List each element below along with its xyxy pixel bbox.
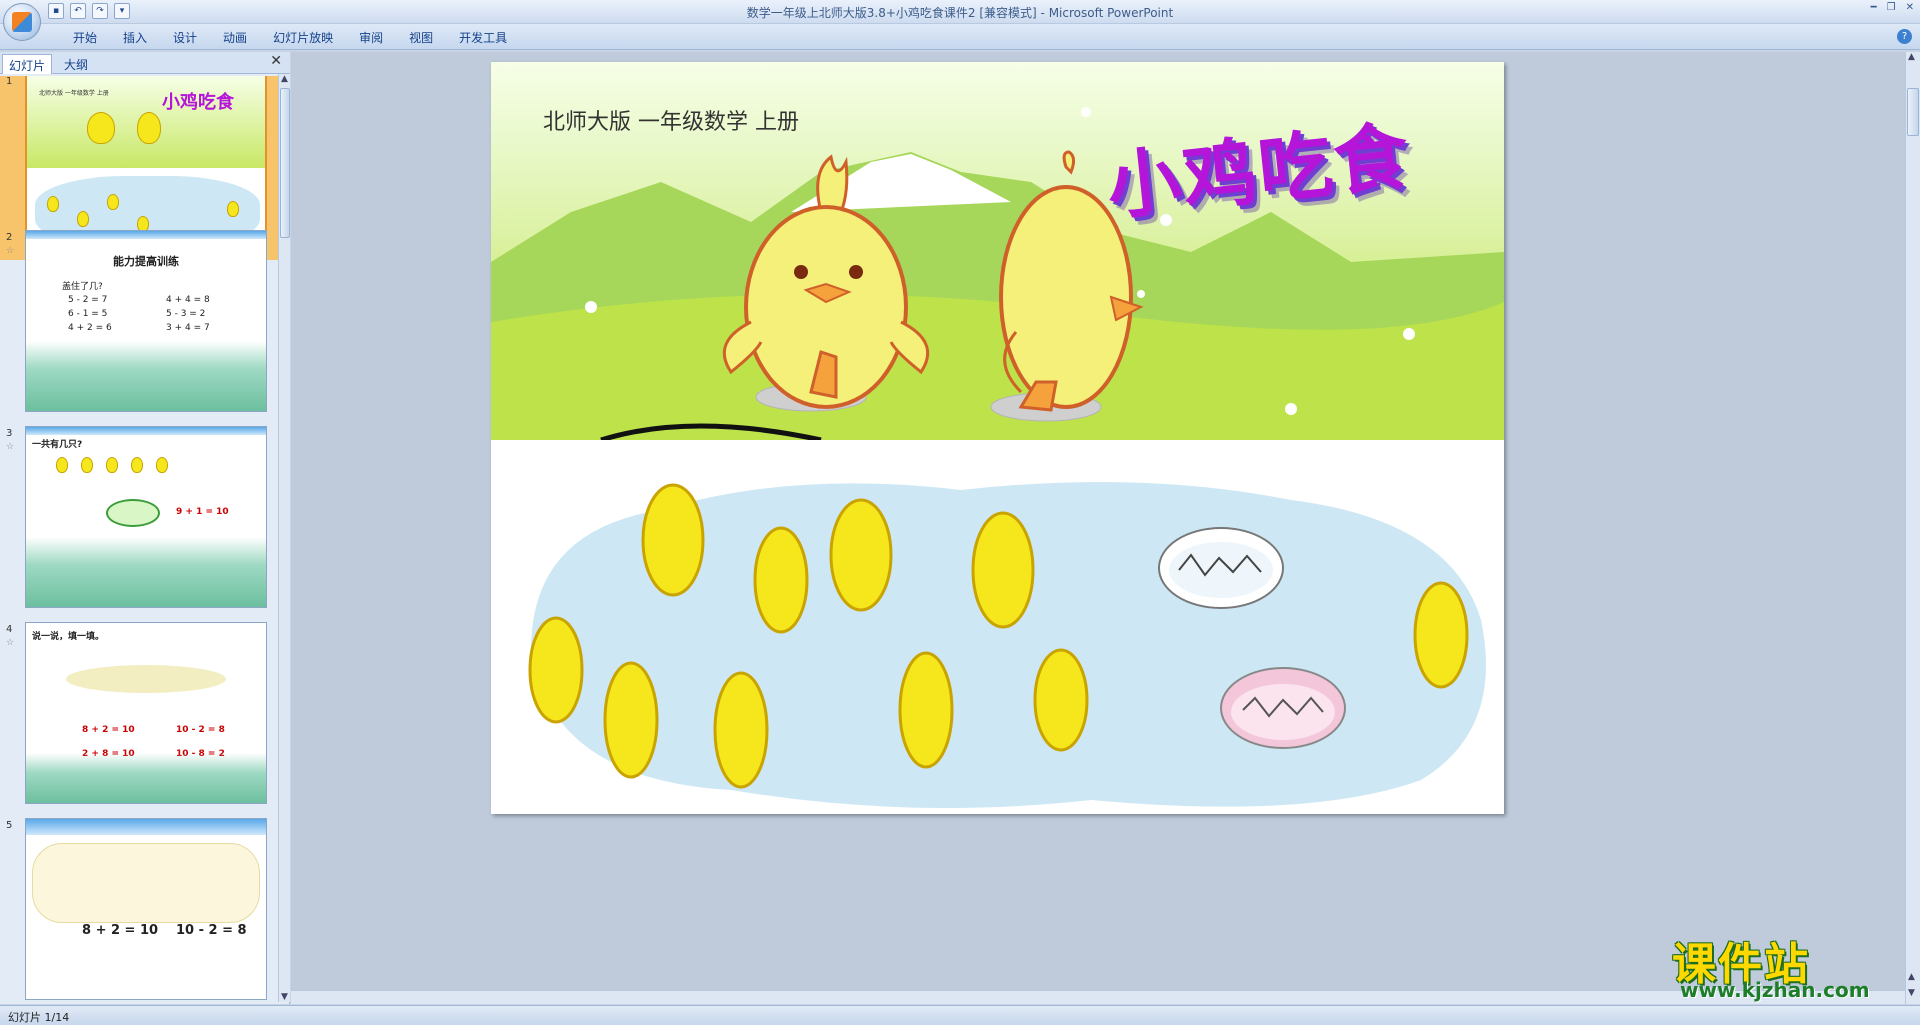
chick-icon — [137, 112, 161, 144]
thumb-eq: 10 - 2 = 8 — [176, 923, 247, 938]
chicks-pond-illustration — [528, 482, 1486, 808]
thumb-plate — [66, 665, 226, 693]
chick-icon — [87, 112, 115, 144]
thumbnail-number: 5 — [6, 820, 13, 831]
thumb-eq: 10 - 2 = 8 — [176, 725, 225, 735]
thumb-panel — [32, 843, 260, 923]
slide-bottom-scene — [491, 440, 1504, 814]
scroll-thumb[interactable] — [1907, 88, 1919, 136]
transition-icon: ☆ — [6, 638, 15, 648]
watermark-logo: 课件站 www.kjzhan.com — [1672, 928, 1908, 1004]
close-icon[interactable]: ✕ — [1906, 2, 1914, 13]
tab-slides[interactable]: 幻灯片 — [2, 54, 53, 74]
panel-tabs: 幻灯片 大纲 ✕ — [0, 52, 290, 74]
thumbnail-slide-3[interactable]: 一共有几只? 9 + 1 = 10 — [25, 426, 267, 608]
thumbnail-row[interactable]: 2 ☆ 能力提高训练 盖住了几? 5 - 2 = 7 4 + 4 = 8 6 -… — [0, 226, 280, 416]
tab-developer[interactable]: 开发工具 — [446, 29, 520, 46]
tab-animation[interactable]: 动画 — [210, 29, 260, 46]
thumb-oval — [106, 499, 160, 527]
thumbnail-row[interactable]: 4 ☆ 说一说，填一填。 8 + 2 = 10 10 - 2 = 8 2 + 8… — [0, 618, 280, 808]
status-bar: 幻灯片 1/14 — [0, 1005, 1920, 1025]
thumb-title: 小鸡吃食 — [162, 92, 234, 113]
tab-home[interactable]: 开始 — [60, 29, 110, 46]
previous-slide-icon[interactable]: ▲ — [1908, 972, 1915, 982]
thumbnail-slide-4[interactable]: 说一说，填一填。 8 + 2 = 10 10 - 2 = 8 2 + 8 = 1… — [25, 622, 267, 804]
chick-icon — [156, 457, 168, 473]
next-slide-icon[interactable]: ▼ — [1908, 988, 1915, 998]
thumb-title: 能力提高训练 — [113, 255, 179, 268]
chick-icon — [107, 194, 119, 210]
slides-panel: 幻灯片 大纲 ✕ 1 北师大版 一年级数学 上册 小鸡吃食 2 ☆ 能力提高训练… — [0, 52, 290, 1004]
thumbnail-number: 1 — [6, 76, 13, 87]
chick-icon — [47, 196, 59, 212]
thumb-title: 一共有几只? — [32, 440, 83, 450]
thumb-eq: 4 + 4 = 8 — [166, 295, 210, 305]
transition-icon: ☆ — [6, 246, 15, 256]
ribbon: 开始 插入 设计 动画 幻灯片放映 审阅 视图 开发工具 ? — [0, 24, 1920, 50]
thumbnail-row[interactable]: 3 ☆ 一共有几只? 9 + 1 = 10 — [0, 422, 280, 612]
help-icon[interactable]: ? — [1897, 29, 1912, 44]
close-panel-icon[interactable]: ✕ — [270, 53, 282, 69]
title-bar: ▪ ↶ ↷ ▾ 数学一年级上北师大版3.8+小鸡吃食课件2 [兼容模式] - M… — [0, 0, 1920, 41]
thumbnail-slide-5[interactable]: 8 + 2 = 10 10 - 2 = 8 — [25, 818, 267, 1000]
chick-icon — [81, 457, 93, 473]
slide-subtitle: 北师大版 一年级数学 上册 — [543, 110, 799, 135]
office-button[interactable] — [3, 3, 41, 41]
thumb-eq: 6 - 1 = 5 — [68, 309, 108, 319]
thumb-eq: 9 + 1 = 10 — [176, 507, 229, 517]
thumb-title: 说一说，填一填。 — [32, 632, 105, 642]
thumb-hills — [26, 341, 266, 411]
thumb-sky — [26, 819, 266, 835]
thumbnail-list: 1 北师大版 一年级数学 上册 小鸡吃食 2 ☆ 能力提高训练 盖住了几? 5 … — [0, 76, 280, 1002]
thumb-subtitle: 北师大版 一年级数学 上册 — [39, 90, 109, 97]
chick-icon — [106, 457, 118, 473]
thumbnail-scrollbar[interactable]: ▲ ▼ — [278, 74, 290, 1002]
thumb-sky — [26, 231, 266, 239]
minimize-icon[interactable]: ━ — [1871, 2, 1877, 13]
scroll-thumb[interactable] — [280, 88, 290, 238]
thumb-eq: 4 + 2 = 6 — [68, 323, 112, 333]
thumb-sky — [26, 427, 266, 435]
slide-counter: 幻灯片 1/14 — [8, 1011, 70, 1024]
thumb-eq: 5 - 3 = 2 — [166, 309, 206, 319]
slide-scrollbar[interactable]: ▲ ▲ ▼ — [1905, 52, 1920, 1004]
thumbnail-number: 4 — [6, 624, 13, 635]
tab-outline[interactable]: 大纲 — [58, 54, 94, 74]
thumb-hills — [26, 537, 266, 607]
window-title: 数学一年级上北师大版3.8+小鸡吃食课件2 [兼容模式] - Microsoft… — [746, 6, 1174, 20]
office-logo-icon — [12, 12, 32, 32]
restore-icon[interactable]: ❐ — [1887, 2, 1896, 13]
slide-canvas: 北师大版 一年级数学 上册 小鸡吃食 — [291, 52, 1905, 1004]
thumb-hills — [26, 753, 266, 803]
chick-icon — [77, 211, 89, 227]
thumb-eq: 5 - 2 = 7 — [68, 295, 108, 305]
tab-review[interactable]: 审阅 — [346, 29, 396, 46]
thumb-eq: 8 + 2 = 10 — [82, 725, 135, 735]
window-controls: ━ ❐ ✕ — [1871, 2, 1914, 13]
tab-insert[interactable]: 插入 — [110, 29, 160, 46]
chick-icon — [56, 457, 68, 473]
chick-icon — [131, 457, 143, 473]
tab-view[interactable]: 视图 — [396, 29, 446, 46]
horizontal-scrollbar[interactable] — [291, 990, 1905, 1004]
thumb-line: 盖住了几? — [62, 282, 103, 292]
tab-slideshow[interactable]: 幻灯片放映 — [260, 29, 346, 46]
transition-icon: ☆ — [6, 442, 15, 452]
watermark-url: www.kjzhan.com — [1680, 978, 1870, 1002]
slide-top-scene: 北师大版 一年级数学 上册 小鸡吃食 — [491, 62, 1504, 443]
thumbnail-number: 2 — [6, 232, 13, 243]
thumbnail-number: 3 — [6, 428, 13, 439]
chick-icon — [227, 201, 239, 217]
thumb-eq: 3 + 4 = 7 — [166, 323, 210, 333]
ribbon-tabs: 开始 插入 设计 动画 幻灯片放映 审阅 视图 开发工具 — [60, 29, 520, 46]
tab-design[interactable]: 设计 — [160, 29, 210, 46]
scroll-up-icon[interactable]: ▲ — [1908, 52, 1915, 62]
scroll-down-icon[interactable]: ▼ — [281, 992, 288, 1002]
slide-1[interactable]: 北师大版 一年级数学 上册 小鸡吃食 — [491, 62, 1504, 814]
thumbnail-row[interactable]: 5 8 + 2 = 10 10 - 2 = 8 — [0, 814, 280, 1002]
thumb-eq: 8 + 2 = 10 — [82, 923, 159, 938]
thumbnail-slide-2[interactable]: 能力提高训练 盖住了几? 5 - 2 = 7 4 + 4 = 8 6 - 1 =… — [25, 230, 267, 412]
scroll-up-icon[interactable]: ▲ — [281, 74, 288, 84]
